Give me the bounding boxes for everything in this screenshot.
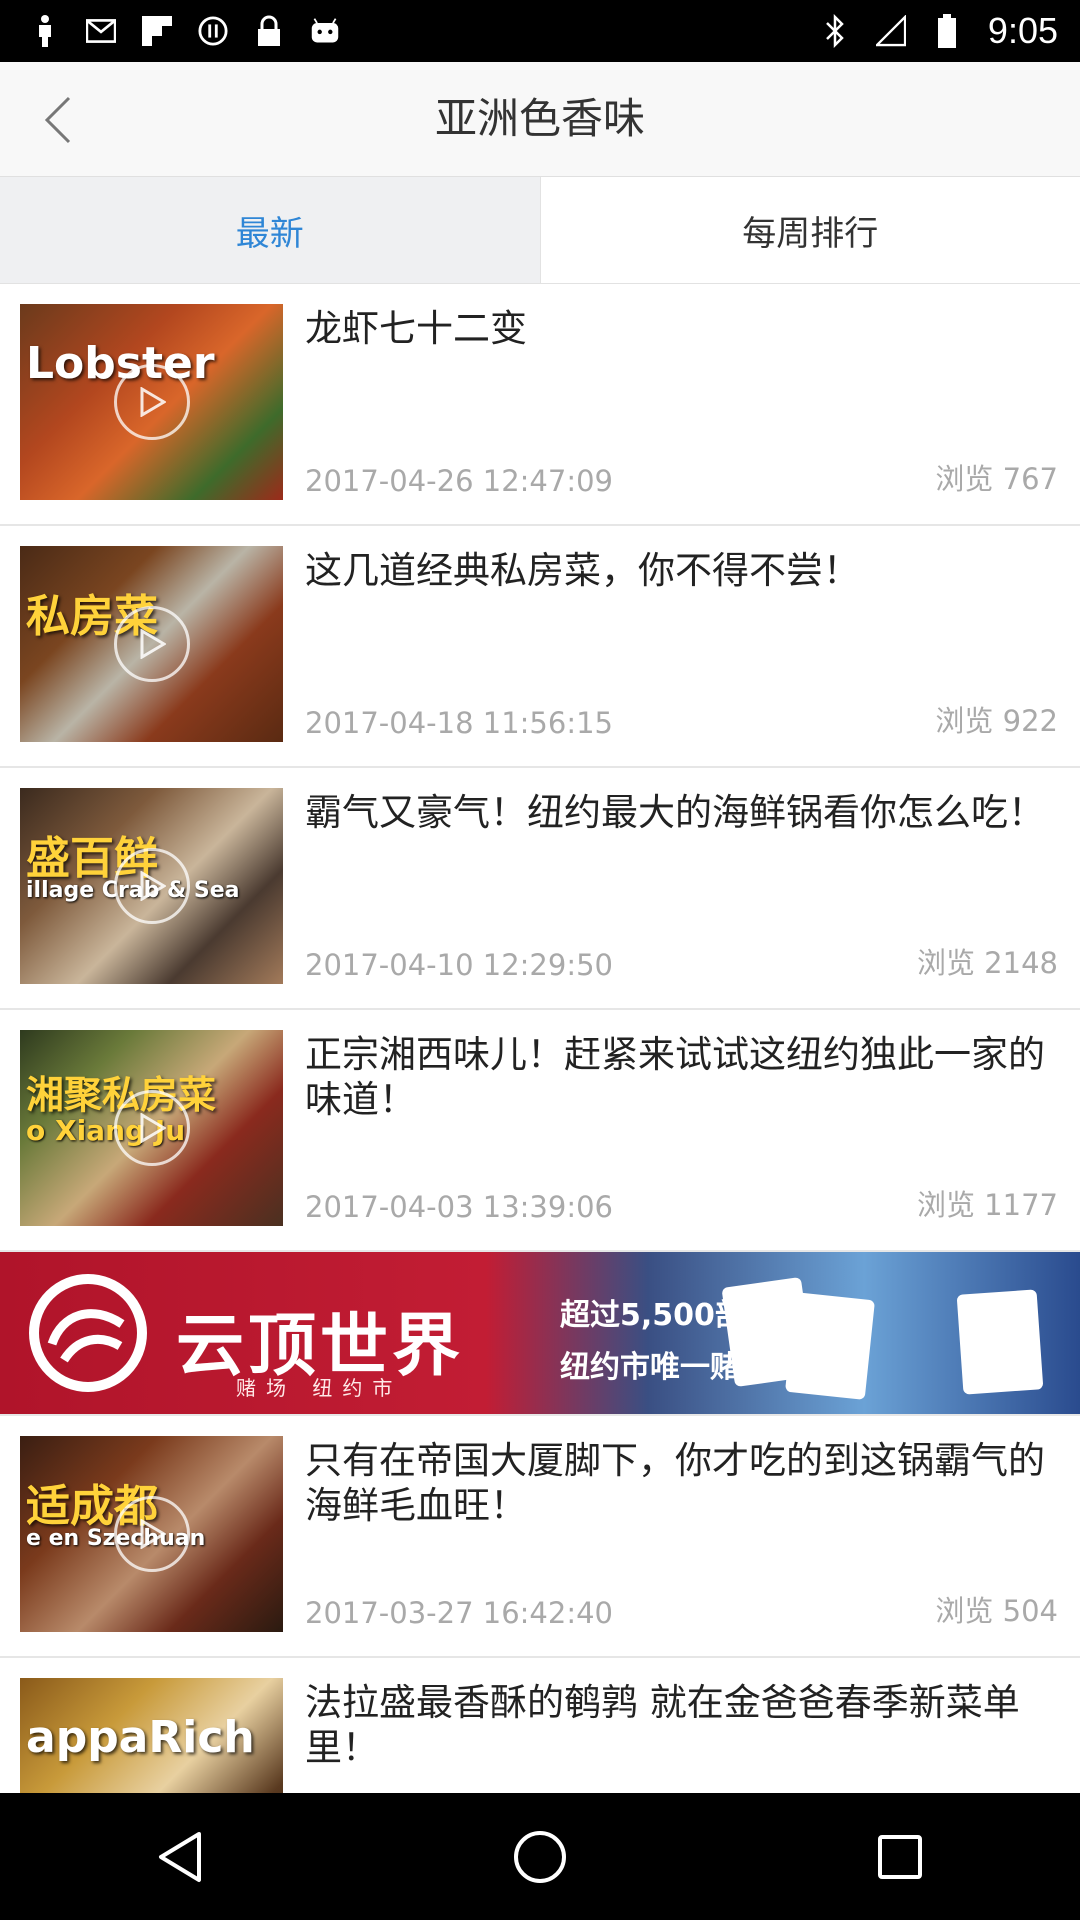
lock-icon bbox=[254, 14, 284, 48]
status-bar: 9:05 bbox=[0, 0, 1080, 62]
item-date: 2017-04-26 12:47:09 bbox=[305, 464, 613, 498]
triangle-back-icon bbox=[159, 1831, 201, 1882]
item-title: 霸气又豪气！纽约最大的海鲜锅看你怎么吃！ bbox=[305, 791, 1045, 834]
play-icon bbox=[113, 848, 190, 924]
item-view-count: 浏览 1177 bbox=[916, 1188, 1058, 1222]
tab-latest[interactable]: 最新 bbox=[0, 177, 540, 283]
chevron-left-icon bbox=[44, 96, 71, 144]
nav-recents-button[interactable] bbox=[840, 1807, 960, 1907]
list-item[interactable]: appaRich 法拉盛最香酥的鹌鹑 就在金爸爸春季新菜单里！ bbox=[0, 1658, 1080, 1793]
signal-off-icon bbox=[875, 14, 906, 48]
list-item[interactable]: 盛百鲜 illage Crab & Sea 霸气又豪气！纽约最大的海鲜锅看你怎么… bbox=[0, 768, 1080, 1010]
list-item[interactable]: 私房菜 这几道经典私房菜，你不得不尝！ 2017-04-18 11:56:15 … bbox=[0, 526, 1080, 768]
thumbnail-caption: appaRich bbox=[26, 1712, 255, 1763]
video-thumbnail[interactable]: 私房菜 bbox=[20, 546, 283, 742]
tab-bar: 最新 每周排行 bbox=[0, 177, 1080, 284]
circle-home-icon bbox=[514, 1830, 566, 1883]
item-title: 这几道经典私房菜，你不得不尝！ bbox=[305, 549, 860, 592]
item-view-count: 浏览 504 bbox=[935, 1594, 1058, 1628]
item-title: 只有在帝国大厦脚下，你才吃的到这锅霸气的海鲜毛血旺！ bbox=[305, 1439, 1045, 1527]
clock: 9:05 bbox=[987, 10, 1058, 51]
tab-weekly-ranking[interactable]: 每周排行 bbox=[539, 177, 1080, 283]
play-icon bbox=[113, 364, 190, 440]
item-date: 2017-04-03 13:39:06 bbox=[305, 1190, 613, 1224]
item-title: 龙虾七十二变 bbox=[305, 307, 527, 350]
resorts-world-logo-icon bbox=[29, 1274, 147, 1392]
playing-cards-image bbox=[956, 1289, 1044, 1395]
bluetooth-icon bbox=[820, 14, 850, 48]
list-item[interactable]: 湘聚私房菜 o Xiang Ju 正宗湘西味儿！赶紧来试试这纽约独此一家的味道！… bbox=[0, 1010, 1080, 1252]
square-recents-icon bbox=[878, 1834, 922, 1879]
flipboard-notification-icon bbox=[142, 14, 172, 48]
item-view-count: 浏览 767 bbox=[935, 462, 1058, 496]
list-item[interactable]: 适成都 e en Szechuan 只有在帝国大厦脚下，你才吃的到这锅霸气的海鲜… bbox=[0, 1416, 1080, 1658]
video-thumbnail[interactable]: 湘聚私房菜 o Xiang Ju bbox=[20, 1030, 283, 1226]
item-date: 2017-04-10 12:29:50 bbox=[305, 948, 613, 982]
play-icon bbox=[113, 1090, 190, 1166]
person-notification-icon bbox=[30, 14, 60, 48]
app-header: 亚洲色香味 bbox=[0, 62, 1080, 177]
video-thumbnail[interactable]: 适成都 e en Szechuan bbox=[20, 1436, 283, 1632]
list-item[interactable]: Lobster 龙虾七十二变 2017-04-26 12:47:09 浏览 76… bbox=[0, 284, 1080, 526]
battery-icon bbox=[932, 14, 962, 48]
item-date: 2017-03-27 16:42:40 bbox=[305, 1596, 613, 1630]
mail-notification-icon bbox=[86, 14, 116, 48]
item-title: 正宗湘西味儿！赶紧来试试这纽约独此一家的味道！ bbox=[305, 1033, 1045, 1121]
video-thumbnail[interactable]: Lobster bbox=[20, 304, 283, 500]
item-title: 法拉盛最香酥的鹌鹑 就在金爸爸春季新菜单里！ bbox=[305, 1681, 1020, 1769]
video-thumbnail[interactable]: appaRich bbox=[20, 1678, 283, 1793]
page-title: 亚洲色香味 bbox=[434, 94, 645, 143]
back-button[interactable] bbox=[28, 90, 88, 150]
ad-subtitle: 赌场 纽约市 bbox=[236, 1376, 403, 1400]
item-date: 2017-04-18 11:56:15 bbox=[305, 706, 613, 740]
video-thumbnail[interactable]: 盛百鲜 illage Crab & Sea bbox=[20, 788, 283, 984]
nav-back-button[interactable] bbox=[120, 1807, 240, 1907]
play-icon bbox=[113, 1496, 190, 1572]
article-list: Lobster 龙虾七十二变 2017-04-26 12:47:09 浏览 76… bbox=[0, 284, 1080, 1793]
android-icon bbox=[310, 14, 340, 48]
ad-banner[interactable]: 云顶世界 赌场 纽约市 超过5,500部游戏, 纽约市唯一赌场! bbox=[0, 1252, 1080, 1416]
play-icon bbox=[113, 606, 190, 682]
nav-home-button[interactable] bbox=[480, 1807, 600, 1907]
item-view-count: 浏览 2148 bbox=[916, 946, 1058, 980]
system-nav-bar bbox=[0, 1793, 1080, 1920]
playing-cards-image bbox=[784, 1292, 876, 1400]
pause-circle-icon bbox=[198, 14, 228, 48]
item-view-count: 浏览 922 bbox=[935, 704, 1058, 738]
